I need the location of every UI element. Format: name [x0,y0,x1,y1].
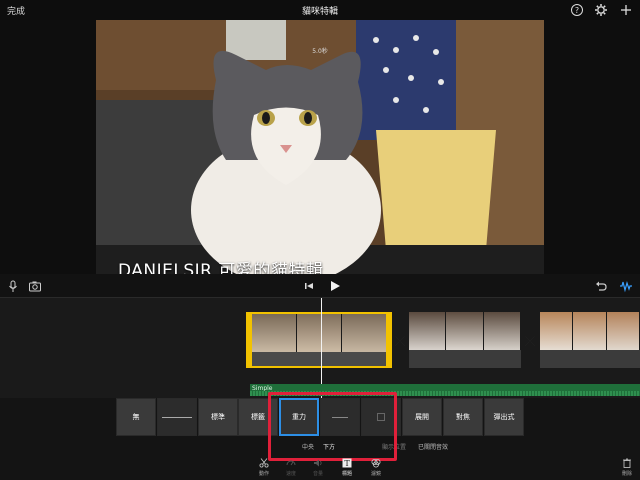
tool-label: 動作 [258,471,269,477]
timeline-clip[interactable] [409,312,521,368]
transition-icon[interactable] [395,336,405,346]
timeline-clip-selected[interactable] [248,312,391,368]
tool-speed[interactable]: 速度 [279,458,303,480]
inspector-toolbar: 動作 速度 音量 T 標題 濾鏡 刪除 [0,458,640,480]
play-icon[interactable] [328,279,342,293]
tool-actions[interactable]: 動作 [252,458,276,480]
style-tile-none[interactable]: 無 [116,398,156,436]
microphone-icon[interactable] [6,279,20,293]
project-title: 貓咪特輯 [301,7,338,17]
gear-icon[interactable] [594,3,608,17]
add-icon[interactable] [619,3,633,17]
style-tile-standard[interactable]: 標準 [198,398,238,436]
video-frame-cat[interactable] [96,20,544,274]
tool-label: 音量 [312,471,323,477]
audio-waveform-icon[interactable] [619,279,633,293]
tool-label: 標題 [341,471,352,477]
timeline-clip[interactable] [540,312,640,368]
tool-label: 濾鏡 [370,471,381,477]
video-viewer: 5.0秒 DANIELSIR 可愛的貓特輯 [0,20,640,281]
style-tile[interactable] [157,398,197,436]
style-tile-focus[interactable]: 對焦 [443,398,483,436]
skip-to-start-icon[interactable] [302,279,316,293]
clip-trim-handle-right[interactable] [386,312,392,368]
clip-trim-handle-left[interactable] [246,312,252,368]
tool-volume[interactable]: 音量 [306,458,330,480]
top-bar: 完成 貓咪特輯 ? [0,0,640,20]
timeline[interactable]: Simple [0,298,640,398]
transition-icon[interactable] [525,336,535,346]
tool-titles[interactable]: T 標題 [335,458,359,480]
trash-icon [623,458,631,468]
svg-text:?: ? [575,6,579,15]
undo-icon[interactable] [594,279,608,293]
svg-text:T: T [344,459,350,468]
speaker-icon [314,459,322,467]
theme-music-toggle[interactable]: 已關閉音效 [418,442,448,451]
playhead[interactable] [321,298,322,398]
style-tile-expand[interactable]: 展開 [402,398,442,436]
duration-label: 5.0秒 [312,48,328,55]
delete-button[interactable]: 刪除 [615,458,639,480]
title-t-icon: T [342,458,352,468]
camera-icon[interactable] [28,279,42,293]
playback-controls [0,274,640,298]
scissors-icon [259,458,269,468]
speedometer-icon [286,460,296,466]
help-icon[interactable]: ? [570,3,584,17]
tool-label: 速度 [285,471,296,477]
filter-circles-icon [371,459,381,468]
annotation-highlight-box [268,392,397,461]
tool-filters[interactable]: 濾鏡 [364,458,388,480]
style-tile-popup[interactable]: 彈出式 [484,398,524,436]
tool-label: 刪除 [621,471,632,477]
